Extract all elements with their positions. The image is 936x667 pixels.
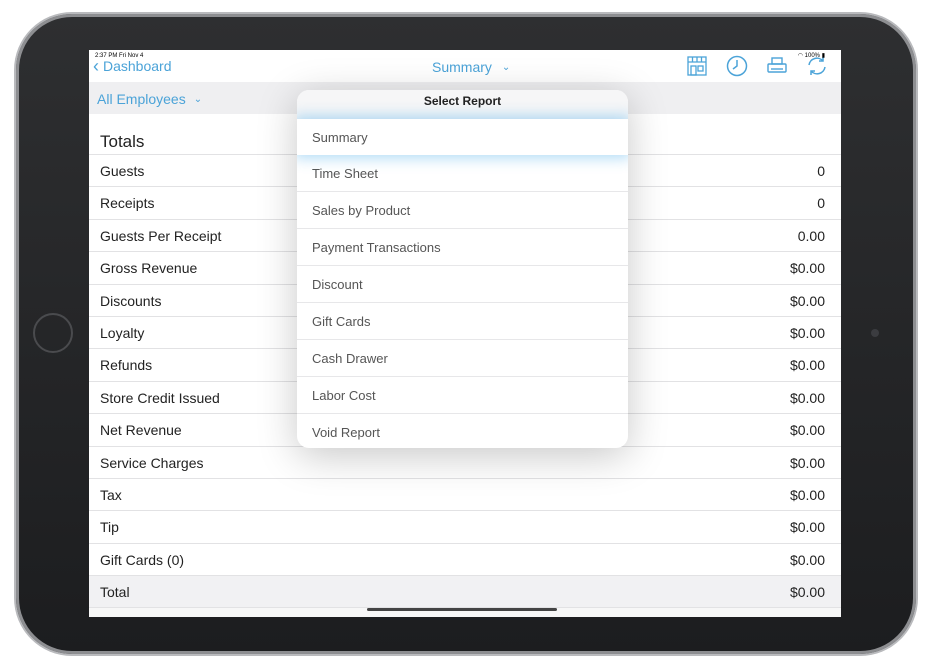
row-label: Net Revenue — [100, 422, 182, 439]
report-option-time-sheet[interactable]: Time Sheet — [297, 155, 628, 192]
table-row: Gift Cards (0) $0.00 — [89, 544, 841, 577]
total-row: Total $0.00 — [89, 576, 841, 609]
row-value: $0.00 — [789, 551, 825, 568]
row-label: Store Credit Issued — [100, 389, 220, 406]
table-row: Tax $0.00 — [89, 479, 841, 512]
row-value: $0.00 — [789, 324, 825, 341]
report-option-gift-cards[interactable]: Gift Cards — [297, 303, 628, 340]
row-label: Gross Revenue — [100, 260, 198, 277]
employee-filter-label: All Employees — [97, 91, 186, 107]
report-option-label: Summary — [312, 130, 368, 145]
report-option-label: Labor Cost — [312, 388, 376, 403]
wifi-icon: ◠ — [797, 53, 803, 59]
status-bar: 2:37 PM Fri Nov 4 ◠ 100% ▮ — [89, 50, 841, 62]
select-report-popover: Select Report Summary Time Sheet Sales b… — [297, 90, 628, 448]
report-option-cash-drawer[interactable]: Cash Drawer — [297, 340, 628, 377]
report-option-label: Payment Transactions — [312, 240, 441, 255]
row-value: 0.00 — [797, 227, 825, 244]
report-option-labor-cost[interactable]: Labor Cost — [297, 377, 628, 414]
row-value: $0.00 — [789, 519, 825, 536]
report-option-summary[interactable]: Summary — [297, 119, 628, 155]
row-label: Tip — [100, 519, 119, 536]
totals-title: Totals — [100, 132, 145, 151]
employee-filter-dropdown[interactable]: All Employees ⌄ — [97, 91, 202, 107]
chevron-down-icon: ⌄ — [193, 93, 203, 105]
report-option-void-report[interactable]: Void Report — [297, 414, 628, 448]
camera — [871, 329, 879, 337]
report-option-label: Gift Cards — [312, 314, 371, 329]
row-value: $0.00 — [789, 389, 825, 406]
row-value: $0.00 — [789, 357, 825, 374]
home-button[interactable] — [33, 313, 73, 353]
report-option-label: Cash Drawer — [312, 351, 388, 366]
row-label: Loyalty — [100, 324, 145, 341]
row-label: Tax — [100, 486, 122, 503]
row-value: $0.00 — [789, 292, 825, 309]
row-label: Guests Per Receipt — [100, 227, 222, 244]
row-label: Total — [100, 584, 130, 601]
row-label: Discounts — [100, 292, 162, 309]
table-row: Tip $0.00 — [89, 511, 841, 544]
report-option-payment-transactions[interactable]: Payment Transactions — [297, 229, 628, 266]
row-label: Receipts — [100, 195, 155, 212]
battery-label: 100% — [804, 53, 821, 59]
popover-title: Select Report — [297, 90, 628, 119]
chevron-down-icon: ⌄ — [501, 61, 511, 73]
status-battery: ◠ 100% ▮ — [798, 52, 825, 59]
status-time: 2:37 PM Fri Nov 4 — [95, 53, 144, 59]
report-option-discount[interactable]: Discount — [297, 266, 628, 303]
report-option-label: Sales by Product — [312, 203, 411, 218]
row-label: Refunds — [100, 357, 153, 374]
row-label: Guests — [100, 163, 145, 179]
report-option-label: Void Report — [312, 425, 380, 440]
report-option-label: Time Sheet — [312, 166, 378, 181]
table-row: Service Charges $0.00 — [89, 447, 841, 479]
battery-icon: ▮ — [821, 53, 825, 59]
row-value: 0 — [817, 163, 825, 179]
row-value: $0.00 — [789, 422, 825, 439]
row-value: $0.00 — [789, 584, 825, 601]
report-option-sales-by-product[interactable]: Sales by Product — [297, 192, 628, 229]
row-label: Service Charges — [100, 454, 204, 471]
row-value: $0.00 — [789, 260, 825, 277]
row-label: Gift Cards (0) — [100, 551, 185, 568]
row-value: $0.00 — [789, 486, 825, 503]
row-value: $0.00 — [789, 454, 825, 471]
report-option-label: Discount — [312, 277, 363, 292]
row-value: 0 — [817, 195, 825, 212]
screen: ‹ Dashboard Summary ⌄ 2:37 PM Fri Nov 4 … — [89, 50, 841, 617]
home-indicator[interactable] — [367, 608, 557, 611]
